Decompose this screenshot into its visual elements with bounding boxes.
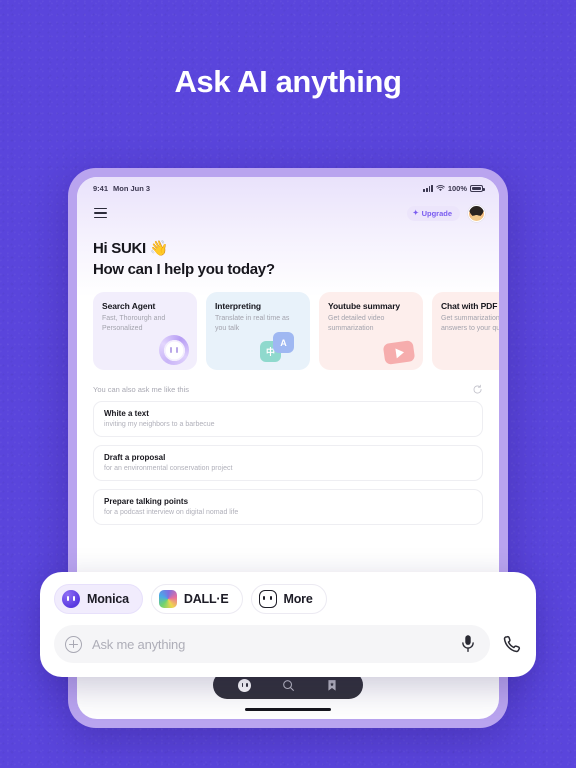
bottom-nav-area bbox=[77, 671, 499, 719]
chat-input-container[interactable]: Ask me anything bbox=[54, 625, 490, 663]
suggestion-subtitle: for a podcast interview on digital nomad… bbox=[104, 509, 239, 516]
chat-input[interactable]: Ask me anything bbox=[92, 637, 450, 652]
greeting-line-2: How can I help you today? bbox=[93, 261, 275, 278]
chip-label: More bbox=[283, 592, 313, 606]
hamburger-menu-icon[interactable] bbox=[91, 205, 110, 222]
model-chip-row: Monica DALL·E More bbox=[54, 584, 522, 614]
nav-search-icon[interactable] bbox=[282, 679, 295, 692]
microphone-icon[interactable] bbox=[460, 634, 476, 653]
sparkle-icon: ✦ bbox=[412, 209, 419, 217]
feature-card-row[interactable]: Search Agent Fast, Thorourgh and Persona… bbox=[77, 278, 499, 370]
model-chip-more[interactable]: More bbox=[250, 584, 327, 614]
phone-call-icon[interactable] bbox=[502, 634, 522, 654]
model-chip-dalle[interactable]: DALL·E bbox=[150, 584, 243, 614]
page-title: Ask AI anything bbox=[174, 64, 402, 99]
nav-bookmark-icon[interactable] bbox=[326, 679, 338, 692]
status-time: 9:41 bbox=[93, 183, 109, 193]
upgrade-button[interactable]: ✦ Upgrade bbox=[406, 205, 460, 221]
feature-card-interpreting[interactable]: Interpreting Translate in real time as y… bbox=[206, 292, 310, 370]
wifi-icon bbox=[436, 184, 445, 191]
suggestion-title: Prepare talking points bbox=[104, 497, 189, 506]
suggestions-header: You can also ask me like this bbox=[77, 370, 499, 395]
monica-face-icon bbox=[159, 335, 189, 365]
suggestion-title: Draft a proposal bbox=[104, 453, 166, 462]
suggestion-title: White a text bbox=[104, 409, 149, 418]
upgrade-label: Upgrade bbox=[421, 208, 452, 218]
translate-icon: 中 A bbox=[258, 328, 304, 368]
card-title: Youtube summary bbox=[328, 301, 401, 311]
card-title: Search Agent bbox=[102, 301, 156, 311]
list-item[interactable]: White a text inviting my neighbors to a … bbox=[93, 401, 483, 437]
composer-panel: Monica DALL·E More Ask me anything bbox=[40, 572, 536, 677]
card-subtitle: Get detailed video summarization bbox=[328, 315, 385, 333]
feature-card-search-agent[interactable]: Search Agent Fast, Thorourgh and Persona… bbox=[93, 292, 197, 370]
youtube-play-icon bbox=[382, 340, 416, 365]
card-subtitle: Fast, Thorourgh and Personalized bbox=[102, 315, 166, 333]
suggestions-list: White a text inviting my neighbors to a … bbox=[77, 395, 499, 525]
greeting-line-1: Hi SUKI 👋 bbox=[93, 240, 169, 257]
suggestion-subtitle: inviting my neighbors to a barbecue bbox=[104, 421, 215, 428]
status-bar: 9:41 Mon Jun 3 100% bbox=[77, 177, 499, 197]
signal-bars-icon bbox=[423, 184, 433, 192]
dalle-logo-icon bbox=[158, 590, 177, 608]
nav-chat-face-icon[interactable] bbox=[238, 678, 252, 692]
model-chip-monica[interactable]: Monica bbox=[54, 584, 143, 614]
greeting-block: Hi SUKI 👋 How can I help you today? bbox=[77, 229, 499, 278]
composer-input-row: Ask me anything bbox=[54, 625, 522, 663]
suggestion-subtitle: for an environmental conservation projec… bbox=[104, 465, 233, 472]
plus-circle-icon[interactable] bbox=[65, 635, 82, 653]
card-title: Chat with PDF bbox=[441, 301, 498, 311]
feature-card-chat-with-pdf[interactable]: Chat with PDF Get summarization and answ… bbox=[432, 292, 499, 370]
suggestions-label: You can also ask me like this bbox=[93, 385, 190, 394]
chip-label: DALL·E bbox=[183, 592, 229, 606]
list-item[interactable]: Prepare talking points for a podcast int… bbox=[93, 489, 483, 525]
more-models-icon bbox=[258, 590, 277, 608]
app-header: ✦ Upgrade bbox=[77, 197, 499, 229]
refresh-icon[interactable] bbox=[472, 384, 483, 395]
list-item[interactable]: Draft a proposal for an environmental co… bbox=[93, 445, 483, 481]
card-title: Interpreting bbox=[215, 301, 262, 311]
card-subtitle: Get summarization and answers to your qu… bbox=[441, 315, 499, 333]
home-indicator bbox=[245, 708, 331, 711]
battery-percent-label: 100% bbox=[447, 183, 467, 193]
monica-logo-icon bbox=[62, 590, 80, 608]
chip-label: Monica bbox=[87, 592, 129, 606]
battery-icon bbox=[470, 184, 485, 192]
feature-card-youtube-summary[interactable]: Youtube summary Get detailed video summa… bbox=[319, 292, 423, 370]
status-date: Mon Jun 3 bbox=[113, 183, 151, 193]
translate-icon-en: A bbox=[273, 332, 294, 353]
avatar[interactable] bbox=[468, 204, 485, 222]
